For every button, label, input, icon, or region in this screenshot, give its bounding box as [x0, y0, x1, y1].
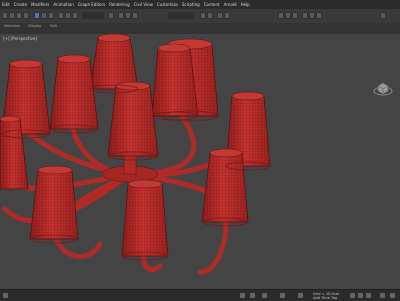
- scale-icon[interactable]: [72, 12, 78, 19]
- percent-snap-icon[interactable]: [132, 12, 138, 19]
- perspective-viewport[interactable]: [+] [Perspective]: [0, 34, 400, 289]
- render-icon[interactable]: [316, 12, 322, 19]
- menu-content[interactable]: Content: [204, 0, 220, 9]
- redo-icon[interactable]: [9, 12, 15, 19]
- schematic-icon[interactable]: [285, 12, 291, 19]
- menu-modifiers[interactable]: Modifiers: [31, 0, 49, 9]
- main-toolbar: [0, 9, 400, 24]
- zoom-icon[interactable]: [380, 293, 385, 298]
- undo-icon[interactable]: [2, 12, 8, 19]
- render-setup-icon[interactable]: [302, 12, 308, 19]
- pan-icon[interactable]: [390, 293, 395, 298]
- menu-civil-view[interactable]: Civil View: [134, 0, 153, 9]
- workspace-icon[interactable]: [380, 12, 386, 19]
- menu-arnold[interactable]: Arnold: [224, 0, 237, 9]
- material-editor-icon[interactable]: [292, 12, 298, 19]
- script-listener-icon[interactable]: [3, 293, 8, 298]
- play-forward-icon[interactable]: [366, 293, 371, 298]
- lock-icon[interactable]: [240, 293, 245, 298]
- menu-bar: Edit Create Modifiers Animation Graph Ed…: [0, 0, 400, 9]
- curve-editor-icon[interactable]: [278, 12, 284, 19]
- region-select-icon[interactable]: [48, 12, 54, 19]
- menu-create[interactable]: Create: [14, 0, 27, 9]
- menu-rendering[interactable]: Rendering: [109, 0, 129, 9]
- angle-snap-icon[interactable]: [125, 12, 131, 19]
- chandelier-model[interactable]: [0, 34, 400, 289]
- lamp-shade: [0, 37, 271, 257]
- coord-z-icon: [298, 293, 303, 298]
- add-time-tag[interactable]: Add Time Tag: [313, 296, 337, 300]
- snap-icon[interactable]: [118, 12, 124, 19]
- abs-mode-icon[interactable]: [250, 293, 255, 298]
- ribbon-tab-edit[interactable]: Edit: [50, 24, 57, 28]
- menu-customize[interactable]: Customize: [157, 0, 178, 9]
- select-by-name-icon[interactable]: [41, 12, 47, 19]
- move-icon[interactable]: [58, 12, 64, 19]
- status-bar: Grid = 10.0cm Add Time Tag: [0, 289, 400, 301]
- menu-graph-editors[interactable]: Graph Editors: [78, 0, 105, 9]
- coord-x-icon: [262, 293, 267, 298]
- ribbon-tab-selection[interactable]: Selection: [4, 24, 21, 28]
- unlink-icon[interactable]: [23, 12, 29, 19]
- play-icon[interactable]: [358, 293, 363, 298]
- menu-edit[interactable]: Edit: [2, 0, 10, 9]
- play-back-icon[interactable]: [350, 293, 355, 298]
- select-icon[interactable]: [34, 12, 40, 19]
- pivot-icon[interactable]: [108, 12, 114, 19]
- ribbon-tab-display[interactable]: Display: [28, 24, 41, 28]
- link-icon[interactable]: [16, 12, 22, 19]
- menu-scripting[interactable]: Scripting: [182, 0, 200, 9]
- named-selection-dropdown[interactable]: [168, 12, 194, 19]
- nav-cube-icon[interactable]: [372, 78, 394, 100]
- mirror-icon[interactable]: [200, 12, 206, 19]
- coord-y-icon: [280, 293, 285, 298]
- menu-help[interactable]: Help: [241, 0, 250, 9]
- layer-icon[interactable]: [217, 12, 223, 19]
- rendered-frame-icon[interactable]: [309, 12, 315, 19]
- reference-coord-dropdown[interactable]: [82, 12, 104, 19]
- rotate-icon[interactable]: [65, 12, 71, 19]
- scene-explorer-icon[interactable]: [224, 12, 230, 19]
- menu-animation[interactable]: Animation: [53, 0, 73, 9]
- align-icon[interactable]: [207, 12, 213, 19]
